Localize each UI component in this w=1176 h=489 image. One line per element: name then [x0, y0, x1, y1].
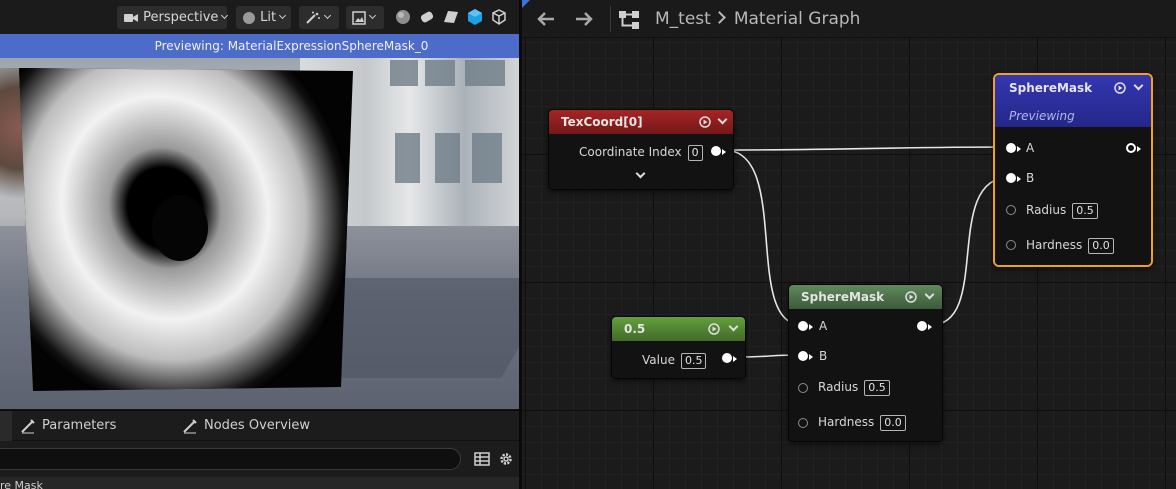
radius-label: Radius	[818, 380, 859, 394]
chevron-down-icon[interactable]	[924, 289, 935, 300]
preview-banner: Previewing: MaterialExpressionSphereMask…	[0, 34, 519, 58]
hardness-label: Hardness	[818, 415, 875, 429]
hardness-value[interactable]: 0.0	[880, 415, 906, 431]
magic-wand-icon	[306, 11, 320, 24]
preview-toggle-icon[interactable]	[905, 291, 917, 303]
radius-value[interactable]: 0.5	[1072, 203, 1098, 219]
pencil-icon	[183, 419, 197, 434]
tab-nodes-overview[interactable]: Nodes Overview	[183, 411, 311, 441]
value-field[interactable]: 0.5	[680, 353, 707, 369]
view-mode-label: Perspective	[143, 10, 219, 25]
gear-icon[interactable]	[498, 451, 514, 467]
spheremask-preview-node[interactable]: SphereMask Previewing A B Radius 0.5 Hard…	[993, 73, 1153, 267]
coordinate-index-value[interactable]: 0	[687, 145, 703, 161]
constant-node-title: 0.5	[624, 322, 646, 336]
table-view-icon[interactable]	[474, 451, 490, 467]
show-flags-dropdown[interactable]	[299, 6, 339, 29]
spheremask-preview-node-header[interactable]: SphereMask Previewing	[995, 75, 1151, 127]
sphere-preview-icon[interactable]	[394, 8, 412, 26]
radius-pin[interactable]	[798, 383, 808, 393]
chevron-down-icon[interactable]	[1133, 80, 1144, 91]
input-b-label: B	[819, 349, 828, 363]
details-category-header[interactable]: re Mask	[0, 477, 519, 489]
tab-parameters[interactable]: Parameters	[21, 411, 117, 441]
tab-nodes-overview-label: Nodes Overview	[204, 418, 311, 433]
preview-background-dropdown[interactable]	[346, 6, 384, 29]
input-a-label: A	[1026, 141, 1035, 155]
plane-preview-icon[interactable]	[442, 8, 460, 26]
coordinate-index-label: Coordinate Index	[579, 145, 682, 159]
expand-chevron-icon[interactable]	[635, 168, 646, 179]
hardness-row: Hardness 0.0	[818, 414, 906, 431]
previewing-label: Previewing	[1009, 109, 1075, 123]
spheremask-preview-output-pin[interactable]	[1126, 143, 1136, 153]
radius-row: Radius 0.5	[818, 379, 890, 396]
wire-texcoord-to-preview-a	[723, 146, 1011, 151]
cube-preview-icon[interactable]	[466, 8, 484, 26]
details-search-input[interactable]	[0, 448, 461, 470]
chevron-down-icon[interactable]	[717, 114, 728, 125]
radius-value[interactable]: 0.5	[864, 380, 890, 396]
hardness-row: Hardness 0.0	[1026, 237, 1114, 254]
input-a-pin[interactable]	[798, 321, 808, 331]
chevron-down-icon	[323, 11, 332, 20]
input-a-label: A	[819, 319, 828, 333]
tab-parameters-label: Parameters	[42, 418, 117, 433]
preview-mesh	[19, 68, 353, 391]
lighting-dropdown[interactable]: Lit	[236, 6, 291, 29]
lighting-label: Lit	[260, 10, 277, 25]
constant-output-pin[interactable]	[722, 353, 732, 363]
custom-mesh-icon[interactable]	[490, 8, 508, 26]
image-icon	[352, 10, 366, 25]
texcoord-node-title: TexCoord[0]	[561, 115, 643, 129]
cylinder-preview-icon[interactable]	[418, 8, 436, 26]
input-b-pin[interactable]	[798, 351, 808, 361]
input-b-pin[interactable]	[1006, 173, 1016, 183]
input-a-pin[interactable]	[1006, 143, 1016, 153]
viewport-panel: Perspective Lit Previewing: MaterialExpr…	[0, 0, 519, 489]
value-label: Value	[642, 353, 675, 367]
texcoord-node[interactable]: TexCoord[0] Coordinate Index 0	[548, 109, 734, 190]
radius-label: Radius	[1026, 203, 1067, 217]
details-search-row	[0, 441, 519, 477]
coordinate-index-pin[interactable]: Coordinate Index 0	[579, 144, 703, 161]
details-tab-bar: Parameters Nodes Overview	[0, 410, 519, 441]
preview-toggle-icon[interactable]	[1114, 82, 1126, 94]
details-category-label: re Mask	[0, 479, 43, 489]
chevron-down-icon	[221, 11, 229, 20]
spheremask-node-title: SphereMask	[801, 290, 885, 304]
preview-toggle-icon[interactable]	[708, 323, 720, 335]
constant-node-header[interactable]: 0.5	[612, 317, 745, 341]
pencil-icon	[21, 419, 35, 434]
material-graph-canvas[interactable]: M_test Material Graph TexCoord[0] Coordin…	[522, 0, 1176, 489]
preview-toggle-icon[interactable]	[699, 116, 711, 128]
input-b-label: B	[1026, 171, 1035, 185]
value-pin[interactable]: Value 0.5	[642, 352, 707, 369]
constant-node[interactable]: 0.5 Value 0.5	[611, 316, 746, 379]
spheremask-node-header[interactable]: SphereMask	[789, 285, 942, 309]
hardness-value[interactable]: 0.0	[1088, 238, 1114, 254]
texcoord-node-header[interactable]: TexCoord[0]	[549, 110, 733, 134]
preview-viewport[interactable]	[0, 58, 519, 409]
spheremask-node[interactable]: SphereMask A B Radius 0.5 Hardness 0.0	[788, 284, 943, 442]
sphere-icon	[243, 11, 255, 24]
spheremask-output-pin[interactable]	[917, 321, 927, 331]
radius-pin[interactable]	[1006, 205, 1016, 215]
chevron-down-icon[interactable]	[728, 321, 739, 332]
preview-banner-text: Previewing: MaterialExpressionSphereMask…	[154, 39, 429, 53]
spheremask-preview-title: SphereMask	[1009, 81, 1093, 95]
viewport-toolbar: Perspective Lit	[0, 0, 519, 34]
hardness-pin[interactable]	[798, 418, 808, 428]
camera-icon	[124, 13, 138, 22]
chevron-down-icon	[279, 11, 287, 20]
radius-row: Radius 0.5	[1026, 202, 1098, 219]
view-mode-dropdown[interactable]: Perspective	[117, 6, 229, 29]
hardness-label: Hardness	[1026, 238, 1083, 252]
chevron-down-icon	[368, 11, 377, 20]
texcoord-output-pin[interactable]	[711, 146, 721, 156]
hardness-pin[interactable]	[1006, 240, 1016, 250]
